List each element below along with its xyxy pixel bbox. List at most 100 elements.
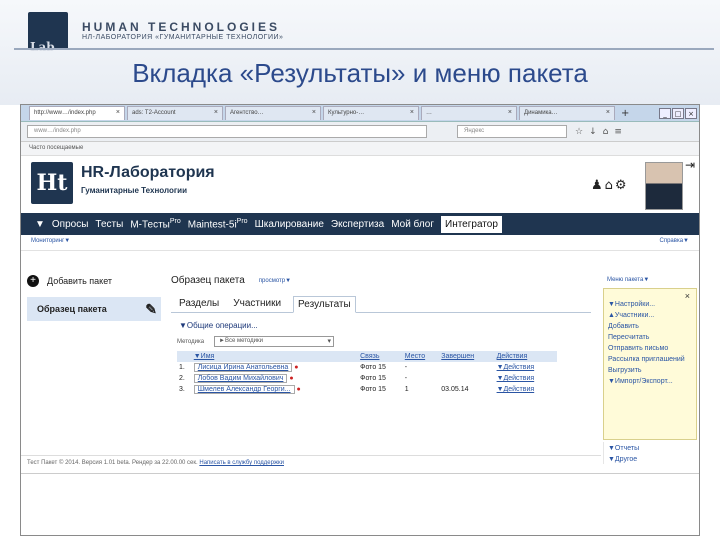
tab-results[interactable]: Результаты [293, 296, 356, 313]
home-icon[interactable]: ⌂ [605, 178, 615, 193]
menu-item-send-letter[interactable]: Отправить письмо [604, 343, 696, 354]
help-menu[interactable]: Справка▼ [660, 238, 689, 247]
nav-item-expertise[interactable]: Экспертиза [331, 219, 384, 230]
window-controls: _ □ × [659, 107, 699, 119]
table-row: 1. Лисица Ирина Анатольевна ● Фото 15 - … [177, 362, 557, 373]
toolbar-icons: ☆ ↓ ⌂ ≡ [575, 127, 622, 137]
package-title-row: Образец пакета просмотр▼ [171, 275, 591, 286]
menu-icon[interactable]: ≡ [614, 127, 622, 137]
close-icon[interactable]: × [116, 109, 120, 116]
close-icon[interactable]: × [214, 109, 218, 116]
url-input[interactable]: www…/index.php [27, 125, 427, 138]
table-row: 2. Лобов Вадим Михайлович ● Фото 15 - ▼Д… [177, 373, 557, 384]
home-icon[interactable]: ⌂ [603, 127, 609, 137]
close-icon[interactable]: × [312, 109, 316, 116]
nav-item-maintest[interactable]: Maintest-5iPro [188, 218, 248, 230]
mode-dropdown[interactable]: просмотр▼ [259, 278, 291, 284]
participant-name[interactable]: Лобов Вадим Михайлович [193, 374, 288, 383]
menu-item-export[interactable]: Выгрузить [604, 365, 696, 376]
status-dot-icon: ● [289, 375, 294, 382]
package-menu-extra: ▼Отчеты ▼Другое [603, 442, 697, 464]
participant-name[interactable]: Шмелев Александр Георги... [193, 385, 295, 394]
minimize-icon[interactable]: _ [659, 107, 671, 119]
actions-dropdown[interactable]: ▼Действия [495, 362, 557, 373]
nav-item-blog[interactable]: Мой блог [391, 219, 434, 230]
app-subtitle: Гуманитарные Технологии [81, 186, 188, 195]
nav-item-tests[interactable]: Тесты [95, 219, 123, 230]
bookmarks-bar[interactable]: Часто посещаемые [21, 142, 699, 156]
browser-tab-bar: http://www…/index.php × ads: T2-Account × … [21, 105, 699, 122]
browser-tab[interactable]: … × [421, 106, 517, 120]
close-icon[interactable]: × [685, 291, 690, 301]
tab-sections[interactable]: Разделы [177, 296, 221, 312]
nav-item-m-tests[interactable]: М-ТестыPro [130, 218, 180, 230]
sub-menu-bar: Мониторинг▼ Справка▼ [21, 235, 699, 251]
package-menu-button[interactable]: Меню пакета▼ [607, 277, 649, 283]
monitoring-menu[interactable]: Мониторинг▼ [31, 238, 70, 247]
tab-participants[interactable]: Участники [231, 296, 283, 312]
col-actions[interactable]: Действия [494, 351, 557, 362]
method-select[interactable]: ►Все методики [214, 336, 335, 347]
col-name[interactable]: ▼Имя [191, 351, 359, 362]
browser-tab[interactable]: Динамика… × [519, 106, 615, 120]
search-input[interactable]: Яндекс [457, 125, 567, 138]
star-icon[interactable]: ☆ [575, 127, 583, 137]
brand-name: HUMAN TECHNOLOGIES [82, 20, 280, 34]
col-done[interactable]: Завершен [439, 351, 495, 362]
col-link[interactable]: Связь [358, 351, 403, 362]
menu-item-participants[interactable]: ▲Участники... [604, 310, 696, 321]
actions-dropdown[interactable]: ▼Действия [495, 384, 557, 395]
browser-tab[interactable]: Культурно-… × [323, 106, 419, 120]
close-icon[interactable]: × [508, 109, 512, 116]
add-package-button[interactable]: + Добавить пакет [27, 275, 161, 287]
menu-item-invitations[interactable]: Рассылка приглашений [604, 354, 696, 365]
main-nav: ▼ Опросы Тесты М-ТестыPro Maintest-5iPro… [21, 213, 699, 235]
package-sidebar: + Добавить пакет Образец пакета ✎ [27, 275, 161, 321]
actions-dropdown[interactable]: ▼Действия [495, 373, 557, 384]
nav-item-scaling[interactable]: Шкалирование [255, 219, 324, 230]
avatar[interactable] [645, 162, 683, 210]
browser-tab[interactable]: http://www…/index.php × [29, 106, 125, 120]
nav-menu-arrow[interactable]: ▼ [35, 219, 45, 230]
menu-item-reports[interactable]: ▼Отчеты [604, 442, 697, 453]
close-icon[interactable]: × [410, 109, 414, 116]
maximize-icon[interactable]: □ [672, 107, 684, 119]
app-name: HR-Лаборатория [81, 164, 215, 181]
hr-lab-logo: Ht [31, 162, 73, 204]
brand-divider [14, 48, 714, 50]
general-operations[interactable]: ▼Общие операции... [171, 321, 591, 330]
nav-item-integrator[interactable]: Интегратор [441, 215, 502, 233]
gear-icon[interactable]: ⚙ [615, 178, 629, 193]
nav-item-polls[interactable]: Опросы [52, 219, 89, 230]
menu-item-settings[interactable]: ▼Настройки... [604, 299, 696, 310]
browser-tab[interactable]: Агентство… × [225, 106, 321, 120]
utility-icons: ♟⌂⚙ [591, 178, 629, 193]
page-title: Образец пакета [171, 275, 245, 286]
edit-icon[interactable]: ✎ [145, 301, 157, 318]
status-dot-icon: ● [294, 364, 299, 371]
new-tab-icon[interactable]: + [621, 108, 629, 119]
sidebar-item-package[interactable]: Образец пакета ✎ [27, 297, 161, 321]
footer-text: Тест Пакет © 2014. Версия 1.01 beta. Рен… [27, 460, 198, 466]
address-toolbar: www…/index.php Яндекс ☆ ↓ ⌂ ≡ [21, 122, 699, 142]
package-main: Образец пакета просмотр▼ Разделы Участни… [171, 275, 591, 395]
close-icon[interactable]: × [606, 109, 610, 116]
users-icon[interactable]: ♟ [591, 178, 605, 193]
support-link[interactable]: Написать в службу поддержки [199, 460, 284, 466]
browser-tab[interactable]: ads: T2-Account × [127, 106, 223, 120]
method-filter: Методика ►Все методики [171, 336, 591, 347]
menu-item-recalculate[interactable]: Пересчитать [604, 332, 696, 343]
status-dot-icon: ● [296, 386, 301, 393]
download-icon[interactable]: ↓ [589, 127, 597, 137]
menu-item-add[interactable]: Добавить [604, 321, 696, 332]
bottom-divider [21, 473, 699, 474]
col-place[interactable]: Место [402, 351, 440, 362]
participant-name[interactable]: Лисица Ирина Анатольевна [193, 363, 293, 372]
menu-item-import-export[interactable]: ▼Импорт/Экспорт... [604, 376, 696, 387]
logout-icon[interactable]: ⇥ [685, 158, 695, 172]
results-table: ▼Имя Связь Место Завершен Действия 1. Ли… [177, 351, 557, 395]
menu-item-other[interactable]: ▼Другое [604, 453, 697, 464]
package-tabs: Разделы Участники Результаты [171, 296, 591, 313]
add-package-label: Добавить пакет [47, 276, 113, 286]
close-window-icon[interactable]: × [685, 107, 697, 119]
